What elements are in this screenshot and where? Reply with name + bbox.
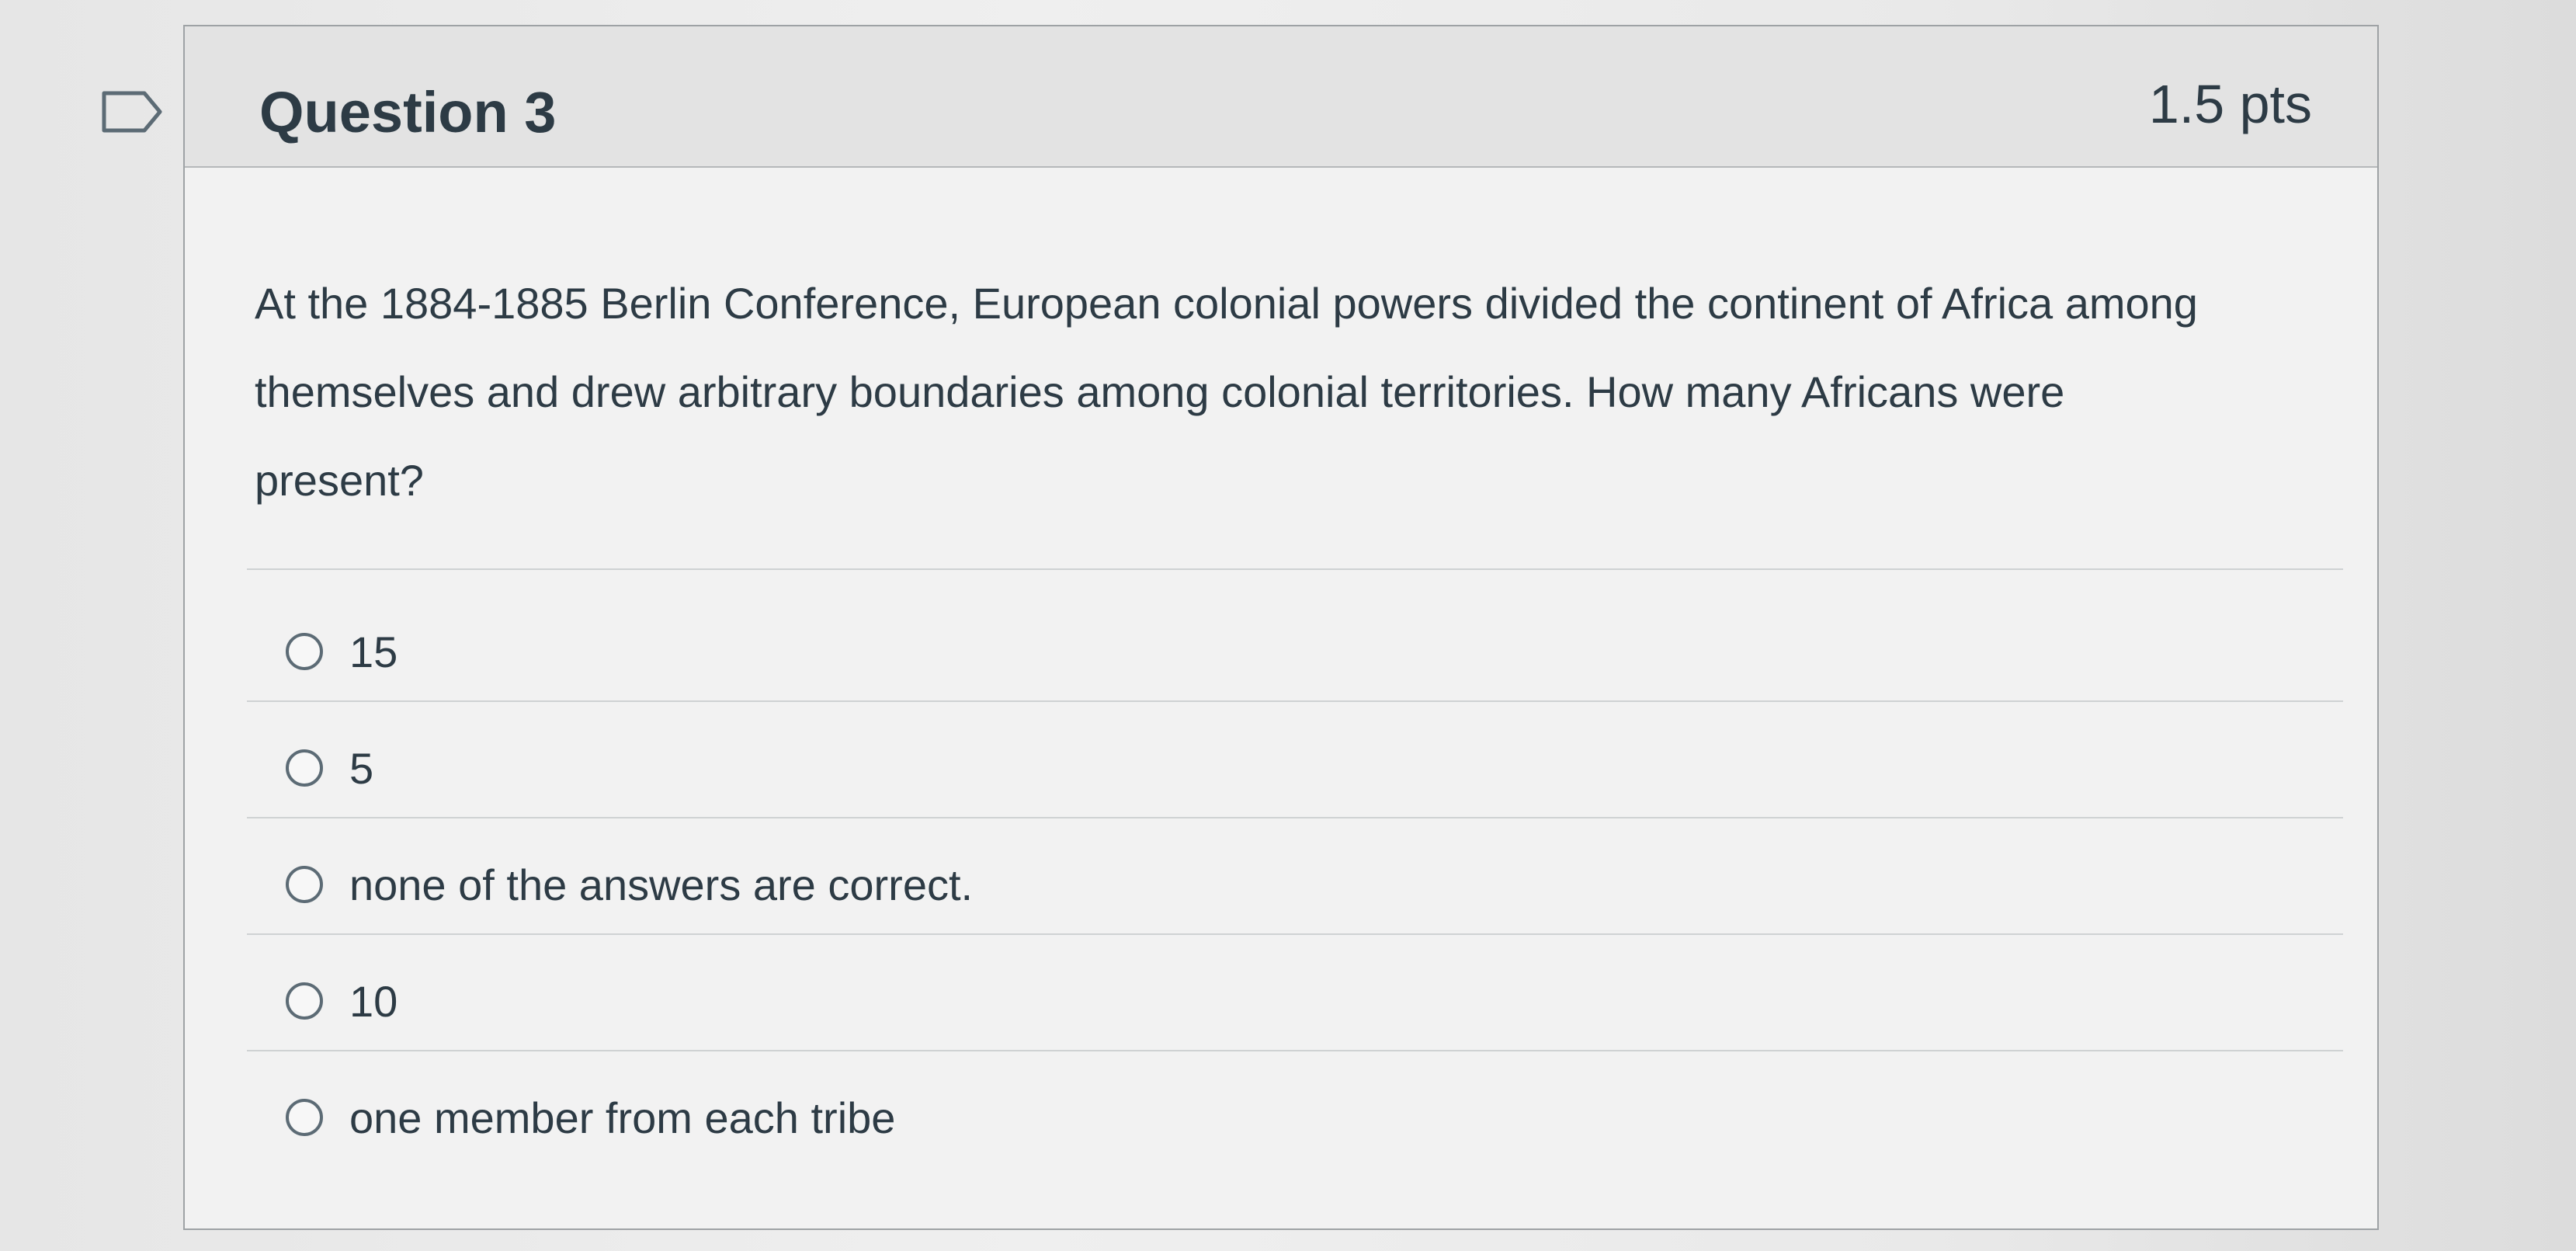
divider	[247, 933, 2343, 935]
answer-label: 5	[349, 743, 374, 793]
divider	[247, 1050, 2343, 1051]
answer-option[interactable]: 15	[255, 609, 2273, 694]
divider	[247, 817, 2343, 818]
answer-label: one member from each tribe	[349, 1093, 896, 1142]
question-points: 1.5 pts	[2148, 74, 2312, 134]
radio-unselected-icon[interactable]	[286, 866, 323, 903]
radio-unselected-icon[interactable]	[286, 633, 323, 670]
answer-label: 10	[349, 976, 398, 1026]
answer-label: 15	[349, 627, 398, 676]
answer-option[interactable]: none of the answers are correct.	[255, 842, 2273, 927]
answer-option[interactable]: 5	[255, 725, 2273, 811]
question-title: Question 3	[259, 80, 557, 144]
radio-unselected-icon[interactable]	[286, 982, 323, 1020]
answer-option[interactable]: 10	[255, 958, 2273, 1044]
radio-unselected-icon[interactable]	[286, 749, 323, 787]
question-card: Question 3 1.5 pts At the 1884-1885 Berl…	[183, 25, 2379, 1230]
radio-unselected-icon[interactable]	[286, 1099, 323, 1136]
divider	[247, 700, 2343, 702]
divider	[247, 568, 2343, 570]
flag-question-icon[interactable]	[101, 90, 163, 134]
question-header: Question 3 1.5 pts	[185, 26, 2377, 168]
answer-label: none of the answers are correct.	[349, 860, 974, 909]
question-text: At the 1884-1885 Berlin Conference, Euro…	[255, 279, 2198, 505]
answer-option[interactable]: one member from each tribe	[255, 1075, 2273, 1160]
